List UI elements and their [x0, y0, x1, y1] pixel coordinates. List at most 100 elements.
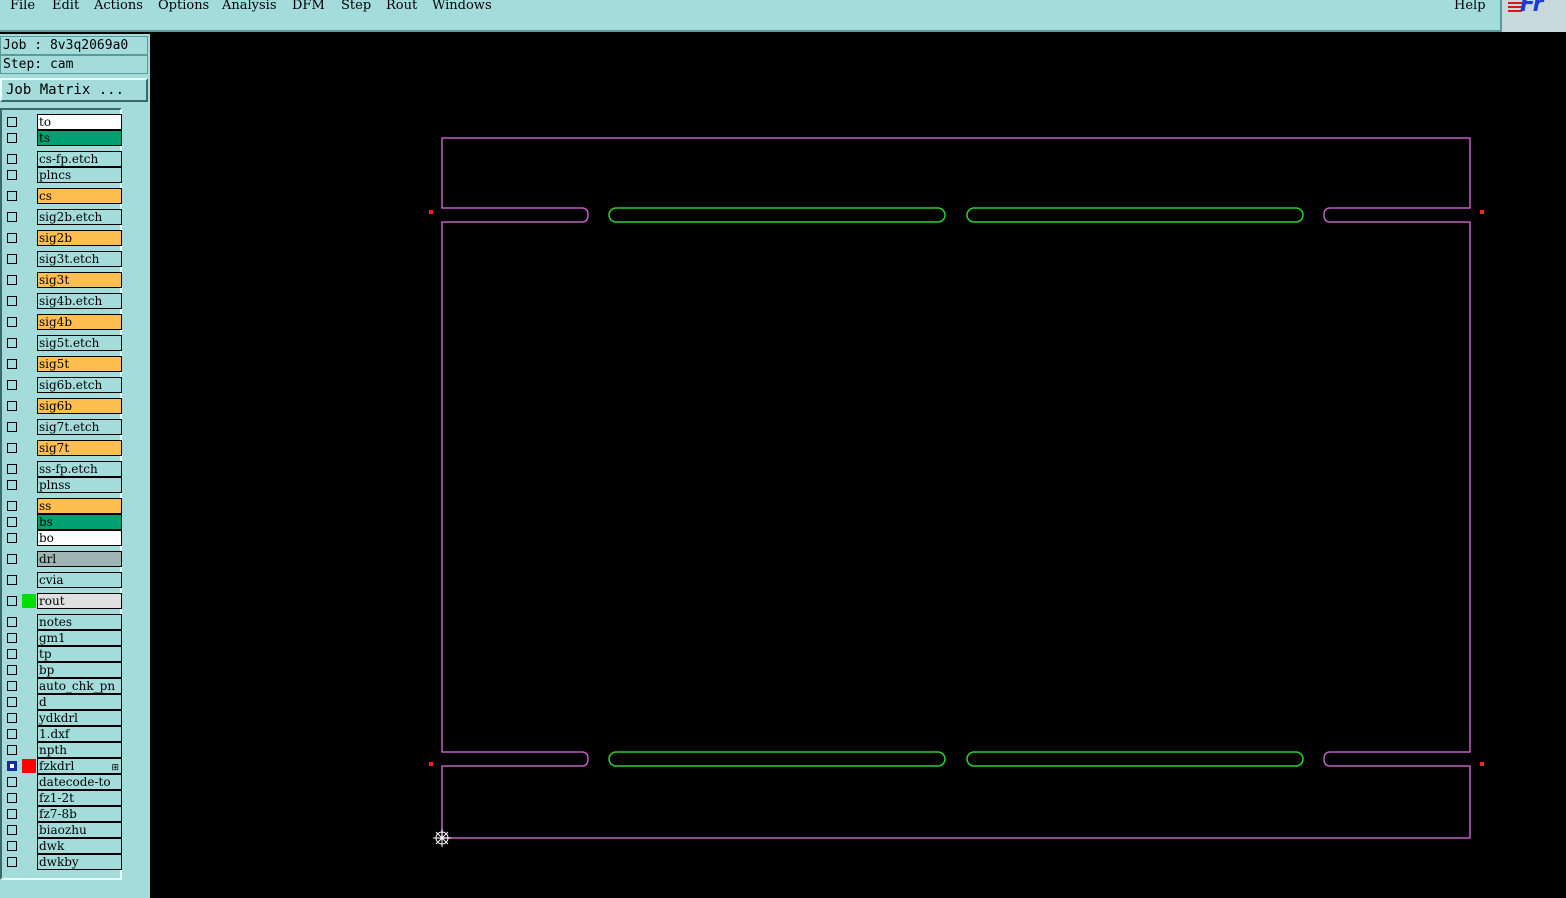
- layer-name[interactable]: sig3t.etch: [37, 251, 122, 267]
- layer-checkbox[interactable]: [7, 501, 17, 511]
- layer-checkbox[interactable]: [7, 422, 17, 432]
- layer-name[interactable]: notes: [37, 614, 122, 630]
- layer-checkbox[interactable]: [7, 359, 17, 369]
- layer-row-ss-fp-etch[interactable]: ss-fp.etch: [4, 461, 122, 477]
- layer-row-bs[interactable]: bs: [4, 514, 122, 530]
- layer-row-gm1[interactable]: gm1: [4, 630, 122, 646]
- layer-name[interactable]: sig4b: [37, 314, 122, 330]
- layer-checkbox[interactable]: [7, 649, 17, 659]
- layer-name[interactable]: sig3t: [37, 272, 122, 288]
- layer-name[interactable]: sig5t: [37, 356, 122, 372]
- layer-name[interactable]: fz1-2t: [37, 790, 122, 806]
- graphics-canvas[interactable]: [150, 34, 1566, 898]
- menu-options[interactable]: Options: [158, 0, 209, 13]
- layer-row-cvia[interactable]: cvia: [4, 572, 122, 588]
- layer-checkbox[interactable]: [7, 380, 17, 390]
- layer-checkbox[interactable]: [7, 254, 17, 264]
- layer-name[interactable]: sig6b.etch: [37, 377, 122, 393]
- layer-checkbox[interactable]: [7, 729, 17, 739]
- layer-checkbox[interactable]: [7, 575, 17, 585]
- layer-name[interactable]: datecode-to: [37, 774, 122, 790]
- layer-checkbox[interactable]: [7, 443, 17, 453]
- layer-color-swatch[interactable]: [22, 759, 36, 773]
- layer-name[interactable]: dwk: [37, 838, 122, 854]
- layer-checkbox[interactable]: [7, 596, 17, 606]
- layer-row-sig2b-etch[interactable]: sig2b.etch: [4, 209, 122, 225]
- layer-checkbox[interactable]: [7, 777, 17, 787]
- layer-checkbox[interactable]: [7, 554, 17, 564]
- layer-checkbox[interactable]: [7, 401, 17, 411]
- layer-name[interactable]: cs-fp.etch: [37, 151, 122, 167]
- layer-name[interactable]: sig4b.etch: [37, 293, 122, 309]
- layer-row-npth[interactable]: npth: [4, 742, 122, 758]
- layer-name[interactable]: 1.dxf: [37, 726, 122, 742]
- layer-checkbox[interactable]: [7, 617, 17, 627]
- layer-row-cs[interactable]: cs: [4, 188, 122, 204]
- layer-checkbox[interactable]: [7, 338, 17, 348]
- layer-name[interactable]: sig6b: [37, 398, 122, 414]
- layer-name[interactable]: to: [37, 114, 122, 130]
- layer-checkbox[interactable]: [7, 296, 17, 306]
- layer-row-rout[interactable]: rout: [4, 593, 122, 609]
- layer-row-plncs[interactable]: plncs: [4, 167, 122, 183]
- layer-row-sig2b[interactable]: sig2b: [4, 230, 122, 246]
- layer-checkbox[interactable]: [7, 275, 17, 285]
- layer-row-fz1-2t[interactable]: fz1-2t: [4, 790, 122, 806]
- layer-name[interactable]: sig7t: [37, 440, 122, 456]
- layer-checkbox[interactable]: [7, 857, 17, 867]
- layer-row-bo[interactable]: bo: [4, 530, 122, 546]
- layer-row-sig3t[interactable]: sig3t: [4, 272, 122, 288]
- layer-name[interactable]: cvia: [37, 572, 122, 588]
- layer-checkbox[interactable]: [7, 233, 17, 243]
- layer-row-biaozhu[interactable]: biaozhu: [4, 822, 122, 838]
- layer-name[interactable]: bs: [37, 514, 122, 530]
- layer-row-sig4b-etch[interactable]: sig4b.etch: [4, 293, 122, 309]
- layer-row-sig4b[interactable]: sig4b: [4, 314, 122, 330]
- layer-row-sig6b-etch[interactable]: sig6b.etch: [4, 377, 122, 393]
- layer-name[interactable]: tp: [37, 646, 122, 662]
- layer-row-drl[interactable]: drl: [4, 551, 122, 567]
- menu-edit[interactable]: Edit: [52, 0, 79, 13]
- layer-checkbox[interactable]: [7, 681, 17, 691]
- layer-name[interactable]: cs: [37, 188, 122, 204]
- layer-row-sig7t[interactable]: sig7t: [4, 440, 122, 456]
- layer-checkbox[interactable]: [7, 793, 17, 803]
- layer-name[interactable]: plnss: [37, 477, 122, 493]
- layer-name[interactable]: fzkdrl ⊞: [37, 758, 122, 774]
- layer-name[interactable]: sig2b.etch: [37, 209, 122, 225]
- menu-actions[interactable]: Actions: [94, 0, 143, 13]
- layer-name[interactable]: biaozhu: [37, 822, 122, 838]
- layer-checkbox[interactable]: [7, 697, 17, 707]
- menu-windows[interactable]: Windows: [432, 0, 492, 13]
- layer-row-dwkby[interactable]: dwkby: [4, 854, 122, 870]
- menu-analysis[interactable]: Analysis: [222, 0, 277, 13]
- layer-row-sig5t-etch[interactable]: sig5t.etch: [4, 335, 122, 351]
- menu-step[interactable]: Step: [341, 0, 371, 13]
- layer-name[interactable]: sig7t.etch: [37, 419, 122, 435]
- layer-checkbox[interactable]: [7, 633, 17, 643]
- layer-row-to[interactable]: to: [4, 114, 122, 130]
- layer-checkbox[interactable]: [7, 464, 17, 474]
- layer-checkbox[interactable]: [7, 761, 17, 771]
- layer-name[interactable]: bp: [37, 662, 122, 678]
- layer-row-1-dxf[interactable]: 1.dxf: [4, 726, 122, 742]
- job-matrix-button[interactable]: Job Matrix ...: [0, 78, 148, 102]
- layer-row-ss[interactable]: ss: [4, 498, 122, 514]
- layer-row-d[interactable]: d: [4, 694, 122, 710]
- layer-row-sig7t-etch[interactable]: sig7t.etch: [4, 419, 122, 435]
- layer-checkbox[interactable]: [7, 825, 17, 835]
- layer-checkbox[interactable]: [7, 517, 17, 527]
- layer-checkbox[interactable]: [7, 170, 17, 180]
- layer-row-tp[interactable]: tp: [4, 646, 122, 662]
- layer-name[interactable]: dwkby: [37, 854, 122, 870]
- layer-checkbox[interactable]: [7, 154, 17, 164]
- layer-name[interactable]: d: [37, 694, 122, 710]
- layer-checkbox[interactable]: [7, 117, 17, 127]
- layer-checkbox[interactable]: [7, 713, 17, 723]
- layer-row-fz7-8b[interactable]: fz7-8b: [4, 806, 122, 822]
- layer-checkbox[interactable]: [7, 317, 17, 327]
- layer-color-swatch[interactable]: [22, 594, 36, 608]
- menu-file[interactable]: File: [10, 0, 35, 13]
- layer-row-sig3t-etch[interactable]: sig3t.etch: [4, 251, 122, 267]
- layer-name[interactable]: ts: [37, 130, 122, 146]
